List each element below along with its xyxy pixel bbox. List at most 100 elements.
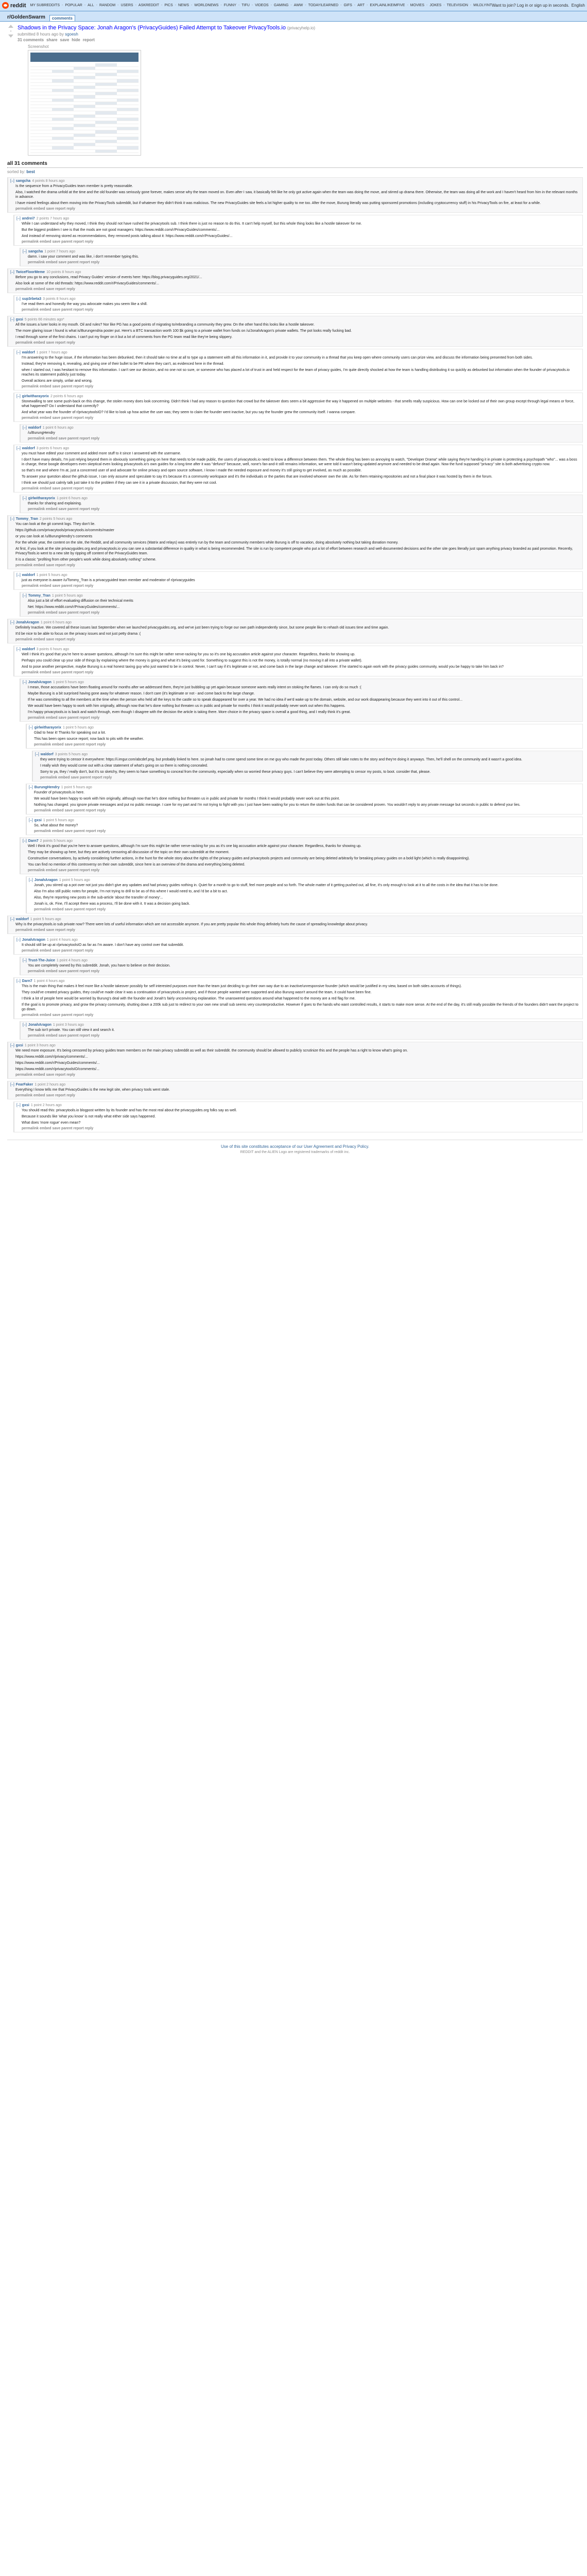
- subreddit-link[interactable]: NEWS: [178, 4, 189, 7]
- subreddit-link[interactable]: ART: [357, 4, 365, 7]
- subreddit-link[interactable]: ALL: [88, 4, 94, 7]
- comment-author[interactable]: JonahAragon: [28, 681, 51, 684]
- footer-legal-link[interactable]: Use of this site constitutes acceptance …: [7, 1144, 583, 1149]
- collapse-toggle[interactable]: [–]: [16, 297, 21, 301]
- collapse-toggle[interactable]: [–]: [16, 938, 21, 942]
- comment-buttons[interactable]: permalink embed save parent report reply: [22, 1013, 580, 1017]
- comment-buttons[interactable]: permalink embed save report reply: [15, 207, 580, 211]
- comment-author[interactable]: waldorf: [28, 426, 41, 430]
- comment-author[interactable]: waldorf: [22, 648, 35, 651]
- collapse-toggle[interactable]: [–]: [10, 918, 14, 921]
- comment-author[interactable]: waldorf: [22, 447, 35, 450]
- subreddit-link[interactable]: MY SUBREDDITS: [30, 4, 60, 7]
- comment-buttons[interactable]: permalink embed save report reply: [15, 1094, 580, 1097]
- comment-author[interactable]: BurungHendry: [34, 786, 60, 789]
- comment-author[interactable]: gxsi: [34, 819, 42, 822]
- collapse-toggle[interactable]: [–]: [16, 648, 21, 651]
- comment-buttons[interactable]: permalink embed save parent report reply: [28, 611, 580, 615]
- comment-buttons[interactable]: permalink embed save parent report reply: [22, 671, 580, 674]
- tab-comments[interactable]: comments: [49, 15, 75, 21]
- subreddit-link[interactable]: TODAYILEARNED: [308, 4, 338, 7]
- subreddit-link[interactable]: MILDLYINTERESTING: [473, 4, 492, 7]
- post-button[interactable]: save: [60, 38, 70, 42]
- login-prompt[interactable]: Want to join? Log in or sign up in secon…: [492, 3, 569, 8]
- comment-author[interactable]: gxsi: [16, 1044, 23, 1047]
- comment-author[interactable]: JonahAragon: [34, 878, 58, 882]
- comment-buttons[interactable]: permalink embed save parent report reply: [28, 970, 580, 973]
- subreddit-link[interactable]: TELEVISION: [447, 4, 468, 7]
- comment-author[interactable]: girlwitharayorix: [34, 726, 61, 730]
- subreddit-link[interactable]: FUNNY: [224, 4, 236, 7]
- comment-author[interactable]: Darn7: [22, 979, 32, 983]
- comment-author[interactable]: Tommy_Tran: [16, 517, 38, 521]
- comment-buttons[interactable]: permalink embed save parent report reply: [28, 507, 580, 511]
- comment-buttons[interactable]: permalink embed save parent report reply: [40, 776, 580, 779]
- comment-author[interactable]: TwiceFloorMeme: [16, 270, 45, 274]
- collapse-toggle[interactable]: [–]: [10, 318, 14, 321]
- comment-buttons[interactable]: permalink embed save report reply: [15, 638, 580, 641]
- comment-author[interactable]: sup3rbeta3: [22, 297, 41, 301]
- language-select[interactable]: English: [572, 3, 585, 8]
- comment-buttons[interactable]: permalink embed save parent report reply: [28, 869, 580, 872]
- comment-author[interactable]: sangcha: [16, 179, 30, 183]
- subreddit-link[interactable]: ASKREDDIT: [139, 4, 159, 7]
- post-button[interactable]: 31 comments: [18, 38, 44, 42]
- comment-author[interactable]: andrei7: [22, 217, 35, 221]
- comment-buttons[interactable]: permalink embed save parent report reply: [22, 416, 580, 420]
- comment-buttons[interactable]: permalink embed save parent report reply: [22, 308, 580, 312]
- comment-buttons[interactable]: permalink embed save report reply: [15, 287, 580, 291]
- comment-author[interactable]: Tommy_Tran: [28, 594, 50, 598]
- collapse-toggle[interactable]: [–]: [10, 517, 14, 521]
- downvote-icon[interactable]: [8, 35, 13, 38]
- collapse-toggle[interactable]: [–]: [16, 217, 21, 221]
- collapse-toggle[interactable]: [–]: [23, 1023, 27, 1027]
- comment-author[interactable]: FearFaker: [16, 1083, 33, 1087]
- subreddit-link[interactable]: VIDEOS: [255, 4, 268, 7]
- collapse-toggle[interactable]: [–]: [23, 497, 27, 500]
- comment-author[interactable]: girlwitharayorix: [22, 395, 49, 398]
- subreddit-link[interactable]: GAMING: [274, 4, 288, 7]
- comment-buttons[interactable]: permalink embed save parent report reply: [22, 1127, 580, 1130]
- comment-buttons[interactable]: permalink embed save parent report reply: [34, 809, 580, 812]
- subreddit-link[interactable]: PICS: [164, 4, 172, 7]
- comment-author[interactable]: Darn7: [28, 839, 39, 843]
- collapse-toggle[interactable]: [–]: [29, 819, 33, 822]
- comment-buttons[interactable]: permalink embed save report reply: [15, 564, 580, 567]
- comment-author[interactable]: gxsi: [16, 318, 23, 321]
- subreddit-link[interactable]: POPULAR: [65, 4, 82, 7]
- comment-buttons[interactable]: permalink embed save parent report reply: [34, 829, 580, 833]
- comment-author[interactable]: gxsi: [22, 1104, 29, 1107]
- post-button[interactable]: hide: [72, 38, 80, 42]
- collapse-toggle[interactable]: [–]: [10, 1083, 14, 1087]
- collapse-toggle[interactable]: [–]: [23, 839, 27, 843]
- comment-buttons[interactable]: permalink embed save parent report reply: [22, 240, 580, 244]
- comment-buttons[interactable]: permalink embed save parent report reply: [28, 716, 580, 720]
- collapse-toggle[interactable]: [–]: [16, 979, 21, 983]
- collapse-toggle[interactable]: [–]: [23, 594, 27, 598]
- subreddit-link[interactable]: JOKES: [429, 4, 441, 7]
- post-button[interactable]: report: [83, 38, 95, 42]
- collapse-toggle[interactable]: [–]: [35, 753, 39, 756]
- subreddit-name[interactable]: r/GoldenSwarm: [7, 14, 45, 20]
- collapse-toggle[interactable]: [–]: [16, 573, 21, 577]
- collapse-toggle[interactable]: [–]: [10, 1044, 14, 1047]
- subreddit-link[interactable]: RANDOM: [99, 4, 115, 7]
- comment-author[interactable]: waldorf: [16, 918, 29, 921]
- subreddit-link[interactable]: TIFU: [241, 4, 250, 7]
- collapse-toggle[interactable]: [–]: [10, 270, 14, 274]
- collapse-toggle[interactable]: [–]: [23, 426, 27, 430]
- comment-buttons[interactable]: permalink embed save parent report reply: [22, 487, 580, 490]
- comment-author[interactable]: waldorf: [22, 573, 35, 577]
- comment-buttons[interactable]: permalink embed save parent report reply: [28, 261, 580, 264]
- upvote-icon[interactable]: [8, 25, 13, 28]
- comment-buttons[interactable]: permalink embed save parent report reply: [22, 949, 580, 953]
- preview-image[interactable]: [28, 50, 141, 156]
- post-author[interactable]: sgoesh: [65, 32, 78, 37]
- subreddit-link[interactable]: GIFS: [343, 4, 352, 7]
- collapse-toggle[interactable]: [–]: [10, 621, 14, 624]
- post-button[interactable]: share: [46, 38, 57, 42]
- collapse-toggle[interactable]: [–]: [16, 395, 21, 398]
- subreddit-link[interactable]: WORLDNEWS: [194, 4, 218, 7]
- subreddit-link[interactable]: EXPLAINLIKEIMFIVE: [370, 4, 405, 7]
- comment-author[interactable]: sangcha: [28, 250, 43, 253]
